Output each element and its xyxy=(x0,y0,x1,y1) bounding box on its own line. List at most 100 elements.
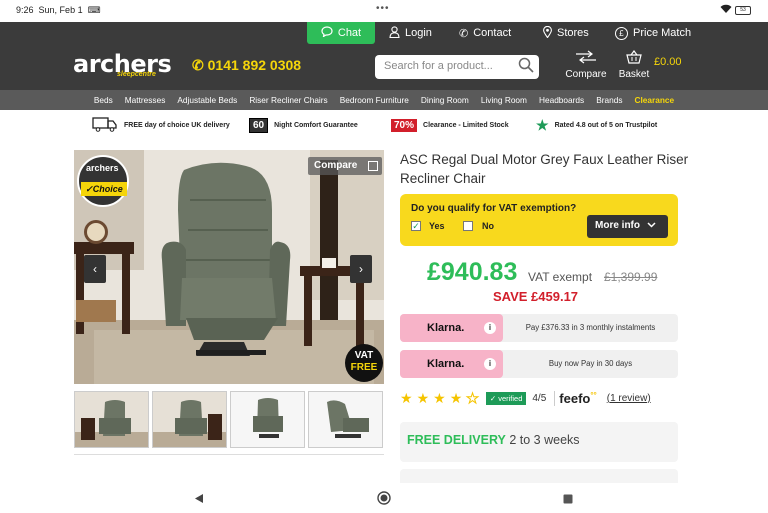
basket-button[interactable]: Basket xyxy=(617,50,651,80)
site-header: archers sleepcentre ✆ 0141 892 0308 Sear… xyxy=(0,44,768,90)
vat-question: Do you qualify for VAT exemption? xyxy=(411,203,577,214)
feefo-logo: feefo°° xyxy=(554,390,597,406)
battery-icon: 53 xyxy=(735,6,751,15)
location-pin-icon xyxy=(543,25,552,41)
old-price: £1,399.99 xyxy=(604,270,658,284)
klarna-logo: Klarna. xyxy=(427,358,465,370)
vat-yes-checkbox[interactable]: ✓ xyxy=(411,221,421,231)
chevron-right-icon: › xyxy=(359,262,363,276)
star-icon: ★ xyxy=(433,390,446,406)
gallery-divider xyxy=(74,454,384,455)
android-nav-bar xyxy=(0,483,768,513)
nav-bedroom-furniture[interactable]: Bedroom Furniture xyxy=(334,95,415,105)
klarna-instalments-row[interactable]: Klarna. i Pay £376.33 in 3 monthly insta… xyxy=(400,314,678,342)
nav-beds[interactable]: Beds xyxy=(88,95,119,105)
compare-checkbox[interactable]: Compare xyxy=(308,157,382,175)
info-icon[interactable]: i xyxy=(484,322,496,334)
nav-dining-room[interactable]: Dining Room xyxy=(415,95,475,105)
contact-link[interactable]: ✆ Contact xyxy=(459,22,511,44)
sixty-night-icon: 60 xyxy=(249,117,269,133)
android-status-bar: 9:26 Sun, Feb 1 ⌨ ••• 53 xyxy=(0,0,768,22)
klarna-pay-later-row[interactable]: Klarna. i Buy now Pay in 30 days xyxy=(400,350,678,378)
chat-button[interactable]: Chat xyxy=(307,22,375,44)
nav-clearance[interactable]: Clearance xyxy=(628,95,680,105)
thumbnail-4[interactable] xyxy=(308,391,383,448)
reviews-summary: ★ ★ ★ ★ ★ ✓ verified 4/5 feefo°° (1 revi… xyxy=(400,388,651,408)
thumbnail-1[interactable] xyxy=(74,391,149,448)
compare-checkbox-box[interactable] xyxy=(368,161,378,171)
vat-no-label[interactable]: No xyxy=(482,221,494,231)
star-icon: ★ xyxy=(400,390,413,406)
chevron-left-icon: ‹ xyxy=(93,262,97,276)
chevron-down-icon xyxy=(647,220,656,231)
next-info-panel xyxy=(400,469,678,483)
stores-link[interactable]: Stores xyxy=(543,22,589,44)
seventy-percent-icon: 70% xyxy=(391,118,418,132)
more-info-button[interactable]: More info xyxy=(587,215,668,238)
category-nav: Beds Mattresses Adjustable Beds Riser Re… xyxy=(0,90,768,110)
klarna-logo: Klarna. xyxy=(427,322,465,334)
compare-arrows-icon xyxy=(564,50,608,67)
verified-badge: ✓ verified xyxy=(485,391,527,405)
klarna-badge: Klarna. i xyxy=(400,314,503,342)
usp-strip: FREE day of choice UK delivery 60 Night … xyxy=(0,112,768,138)
savings-label: SAVE £459.17 xyxy=(493,289,579,304)
thumbnail-2[interactable] xyxy=(152,391,227,448)
home-icon[interactable] xyxy=(377,491,391,510)
search-icon[interactable] xyxy=(518,57,534,73)
user-icon xyxy=(389,25,400,41)
star-icon: ★ xyxy=(449,390,463,406)
compare-button[interactable]: Compare xyxy=(564,50,608,80)
usp-clearance: 70% Clearance - Limited Stock xyxy=(391,116,509,134)
review-count-link[interactable]: (1 review) xyxy=(607,393,651,404)
more-dots-icon: ••• xyxy=(376,3,390,14)
free-delivery-label: FREE DELIVERY xyxy=(407,433,506,447)
nav-mattresses[interactable]: Mattresses xyxy=(119,95,172,105)
price: £940.83 xyxy=(427,258,518,286)
chat-icon xyxy=(321,26,333,40)
basket-total: £0.00 xyxy=(654,56,682,68)
logo-subtitle: sleepcentre xyxy=(117,71,156,78)
rating-value: 4/5 xyxy=(532,392,547,404)
star-empty-icon: ★ xyxy=(466,390,480,406)
phone-icon: ✆ xyxy=(459,27,469,40)
prev-image-button[interactable]: ‹ xyxy=(84,255,106,283)
wifi-icon xyxy=(720,4,732,17)
nav-brands[interactable]: Brands xyxy=(590,95,628,105)
usp-guarantee: 60 Night Comfort Guarantee xyxy=(249,116,358,134)
klarna-pay-later-text: Buy now Pay in 30 days xyxy=(548,359,633,368)
next-image-button[interactable]: › xyxy=(350,255,372,283)
utility-bar: Chat Login ✆ Contact Stores £ Price Matc… xyxy=(0,22,768,44)
vat-no-checkbox[interactable] xyxy=(463,221,473,231)
klarna-badge: Klarna. i xyxy=(400,350,503,378)
login-link[interactable]: Login xyxy=(389,22,432,44)
archers-choice-badge: archers ✓Choice xyxy=(77,155,129,207)
thumbnail-3[interactable] xyxy=(230,391,305,448)
basket-icon xyxy=(617,50,651,67)
vat-exempt-label: VAT exempt xyxy=(528,270,593,284)
star-icon: ★ xyxy=(416,390,430,406)
nav-headboards[interactable]: Headboards xyxy=(533,95,590,105)
delivery-info: FREE DELIVERY 2 to 3 weeks xyxy=(400,422,678,462)
gamepad-icon: ⌨ xyxy=(87,5,101,15)
vat-exemption-box: Do you qualify for VAT exemption? ✓ Yes … xyxy=(400,194,678,246)
truck-icon xyxy=(92,116,118,134)
status-time: 9:26 Sun, Feb 1 ⌨ xyxy=(16,5,101,15)
nav-adjustable-beds[interactable]: Adjustable Beds xyxy=(171,95,243,105)
search-input[interactable]: Search for a product... xyxy=(375,55,539,79)
trustpilot-star-icon: ★ xyxy=(536,116,549,133)
pound-circle-icon: £ xyxy=(615,26,628,40)
info-icon[interactable]: i xyxy=(484,358,496,370)
usp-trustpilot: ★ Rated 4.8 out of 5 on Trustpilot xyxy=(536,116,658,133)
phone-number[interactable]: ✆ 0141 892 0308 xyxy=(192,57,301,74)
nav-riser-recliner-chairs[interactable]: Riser Recliner Chairs xyxy=(243,95,333,105)
price-match-link[interactable]: £ Price Match xyxy=(615,22,691,44)
recents-icon[interactable] xyxy=(563,491,573,509)
vat-yes-label[interactable]: Yes xyxy=(429,221,445,231)
back-icon[interactable] xyxy=(194,491,204,509)
nav-living-room[interactable]: Living Room xyxy=(475,95,533,105)
product-title: ASC Regal Dual Motor Grey Faux Leather R… xyxy=(400,152,689,186)
vat-free-badge: VAT FREE xyxy=(345,344,383,382)
delivery-time: 2 to 3 weeks xyxy=(509,433,580,447)
phone-icon: ✆ xyxy=(192,57,204,73)
